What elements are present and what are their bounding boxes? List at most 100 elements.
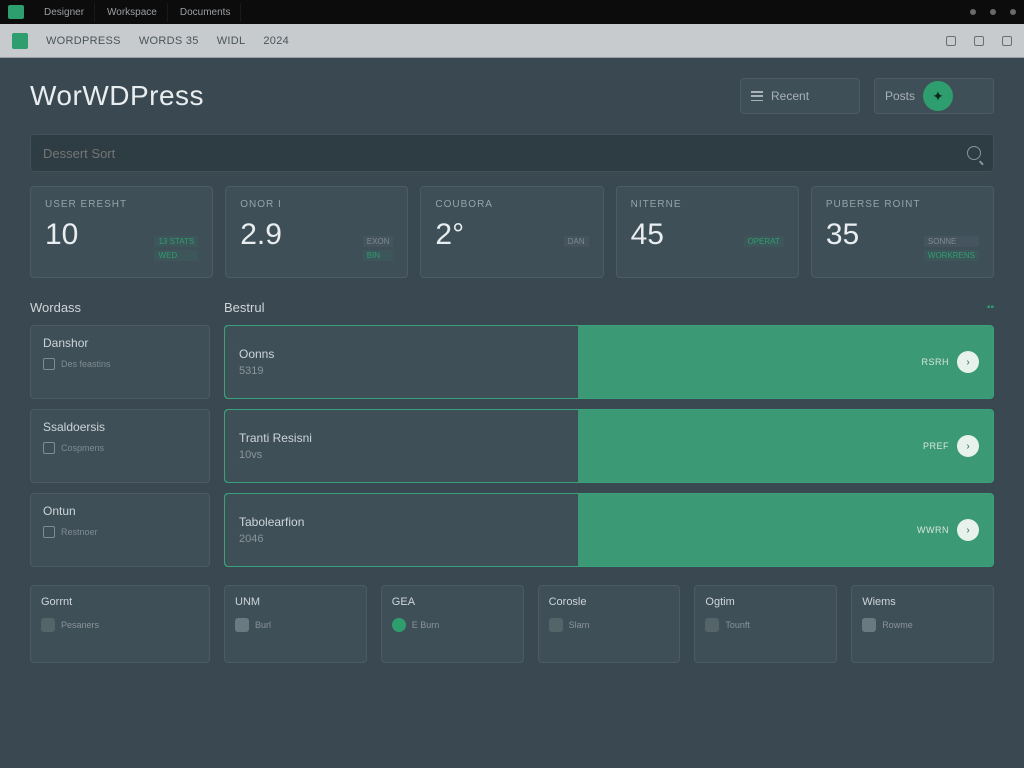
bcol-1[interactable]: Gorrnt Pesaners bbox=[30, 585, 210, 663]
bcol-1-t: Pesaners bbox=[61, 620, 99, 630]
page-title: WorWDPress bbox=[30, 80, 204, 112]
stat-4-value: 45 bbox=[631, 218, 664, 252]
toolbar: WORDPRESS WORDS 35 WIDL 2024 bbox=[0, 24, 1024, 58]
bcol-2[interactable]: UNM Burl bbox=[224, 585, 367, 663]
side-card-2-sub: Cospmens bbox=[61, 443, 104, 453]
menu-icon bbox=[751, 91, 763, 101]
bar-3-action-icon[interactable]: › bbox=[957, 519, 979, 541]
toolbar-right bbox=[946, 36, 1012, 46]
stat-2-label: ONOR I bbox=[240, 199, 393, 210]
search-input[interactable] bbox=[43, 146, 967, 161]
side-card-2[interactable]: Ssaldoersis Cospmens bbox=[30, 409, 210, 483]
side-card-1-sub: Des feastins bbox=[61, 359, 111, 369]
bar-2-action-icon[interactable]: › bbox=[957, 435, 979, 457]
bcol-4-t: Slarn bbox=[569, 620, 590, 630]
stat-1-chip-a: 13 STATS bbox=[154, 236, 198, 247]
bcol-5[interactable]: Ogtim Tounft bbox=[694, 585, 837, 663]
bcol-4[interactable]: Corosle Slarn bbox=[538, 585, 681, 663]
bottom-columns: Gorrnt Pesaners UNM Burl GEA E Burn Coro… bbox=[0, 577, 1024, 663]
bcol-2-h: UNM bbox=[235, 596, 356, 608]
stats-row: USER ERESHT 10 13 STATS WED ONOR I 2.9 E… bbox=[0, 186, 1024, 294]
window-close-icon[interactable] bbox=[1010, 9, 1016, 15]
bar-2[interactable]: Tranti Resisni 10vs PREF › bbox=[224, 409, 994, 483]
stat-card-1[interactable]: USER ERESHT 10 13 STATS WED bbox=[30, 186, 213, 278]
bar-2-title: Tranti Resisni bbox=[239, 431, 312, 445]
flag-icon bbox=[43, 358, 55, 370]
bcol-3-h: GEA bbox=[392, 596, 513, 608]
card-icon bbox=[43, 526, 55, 538]
bar-3[interactable]: Tabolearfion 2046 WWRN › bbox=[224, 493, 994, 567]
stat-card-2[interactable]: ONOR I 2.9 EXON BIN bbox=[225, 186, 408, 278]
bcol-4-h: Corosle bbox=[549, 596, 670, 608]
sidebar: Wordass Danshor Des feastins Ssaldoersis… bbox=[30, 294, 210, 577]
header-actions: Recent Posts ✦ bbox=[740, 78, 994, 114]
stat-card-5[interactable]: PUBERSE ROINT 35 SONNE WORKRENS bbox=[811, 186, 994, 278]
bcol-6[interactable]: Wiems Rowme bbox=[851, 585, 994, 663]
window-min-icon[interactable] bbox=[970, 9, 976, 15]
stat-1-value: 10 bbox=[45, 218, 78, 252]
filter-select-2[interactable]: Posts ✦ bbox=[874, 78, 994, 114]
main-grid: Wordass Danshor Des feastins Ssaldoersis… bbox=[0, 294, 1024, 577]
bar-1-sub: 5319 bbox=[239, 365, 274, 377]
bars-head-label: Bestrul bbox=[224, 300, 264, 315]
stat-5-chip-b: WORKRENS bbox=[924, 250, 979, 261]
stat-4-chip-a: OPERAT bbox=[744, 236, 784, 247]
toolbar-settings-icon[interactable] bbox=[946, 36, 956, 46]
dot-icon bbox=[392, 618, 406, 632]
bcol-2-t: Burl bbox=[255, 620, 271, 630]
side-card-1-title: Danshor bbox=[43, 336, 197, 350]
side-card-3-sub: Restnoer bbox=[61, 527, 98, 537]
side-card-3[interactable]: Ontun Restnoer bbox=[30, 493, 210, 567]
tab-2[interactable]: Workspace bbox=[97, 3, 168, 22]
shield-icon-2 bbox=[862, 618, 876, 632]
add-button[interactable]: ✦ bbox=[923, 81, 953, 111]
calendar-icon bbox=[43, 442, 55, 454]
side-card-1[interactable]: Danshor Des feastins bbox=[30, 325, 210, 399]
sidebar-head-label: Wordass bbox=[30, 300, 81, 315]
bar-1-action-icon[interactable]: › bbox=[957, 351, 979, 373]
box-icon-3 bbox=[705, 618, 719, 632]
stat-3-chip-b: DAN bbox=[564, 236, 589, 247]
bars-head-indicator-icon[interactable]: ▪▪ bbox=[987, 302, 994, 313]
toolbar-item-3[interactable]: 2024 bbox=[263, 35, 289, 47]
bcol-6-h: Wiems bbox=[862, 596, 983, 608]
tab-strip: Designer Workspace Documents bbox=[0, 0, 1024, 24]
bar-1-tag: RSRH bbox=[921, 357, 949, 367]
shield-icon bbox=[235, 618, 249, 632]
bar-1[interactable]: Oonns 5319 RSRH › bbox=[224, 325, 994, 399]
stat-5-label: PUBERSE ROINT bbox=[826, 199, 979, 210]
side-card-3-title: Ontun bbox=[43, 504, 197, 518]
filter-select-1[interactable]: Recent bbox=[740, 78, 860, 114]
bar-3-title: Tabolearfion bbox=[239, 515, 304, 529]
stat-2-chip-b: BIN bbox=[363, 250, 394, 261]
bar-2-sub: 10vs bbox=[239, 449, 312, 461]
bcol-1-h: Gorrnt bbox=[41, 596, 199, 608]
tab-1[interactable]: Designer bbox=[34, 3, 95, 22]
stat-5-value: 35 bbox=[826, 218, 859, 252]
side-card-2-title: Ssaldoersis bbox=[43, 420, 197, 434]
tabstrip-actions bbox=[970, 9, 1016, 15]
content-bars: Bestrul ▪▪ Oonns 5319 RSRH › Tranti Resi… bbox=[224, 294, 994, 577]
stat-card-4[interactable]: NITERNE 45 OPERAT bbox=[616, 186, 799, 278]
toolbar-list-icon[interactable] bbox=[974, 36, 984, 46]
filter-select-2-label: Posts bbox=[885, 89, 915, 103]
stat-3-label: COUBORA bbox=[435, 199, 588, 210]
bar-2-tag: PREF bbox=[923, 441, 949, 451]
window-max-icon[interactable] bbox=[990, 9, 996, 15]
stat-4-label: NITERNE bbox=[631, 199, 784, 210]
toolbar-item-1[interactable]: WORDS 35 bbox=[139, 35, 199, 47]
search-icon[interactable] bbox=[967, 146, 981, 160]
bcol-5-t: Tounft bbox=[725, 620, 750, 630]
stat-3-value: 2° bbox=[435, 218, 464, 252]
tab-3[interactable]: Documents bbox=[170, 3, 242, 22]
stat-1-label: USER ERESHT bbox=[45, 199, 198, 210]
filter-select-1-label: Recent bbox=[771, 89, 809, 103]
toolbar-user-icon[interactable] bbox=[1002, 36, 1012, 46]
stat-card-3[interactable]: COUBORA 2° DAN bbox=[420, 186, 603, 278]
stat-1-chip-b: WED bbox=[154, 250, 198, 261]
bcol-3[interactable]: GEA E Burn bbox=[381, 585, 524, 663]
toolbar-brand[interactable]: WORDPRESS bbox=[46, 35, 121, 47]
search-bar[interactable] bbox=[30, 134, 994, 172]
toolbar-item-2[interactable]: WIDL bbox=[217, 35, 246, 47]
stat-5-chip-a: SONNE bbox=[924, 236, 979, 247]
